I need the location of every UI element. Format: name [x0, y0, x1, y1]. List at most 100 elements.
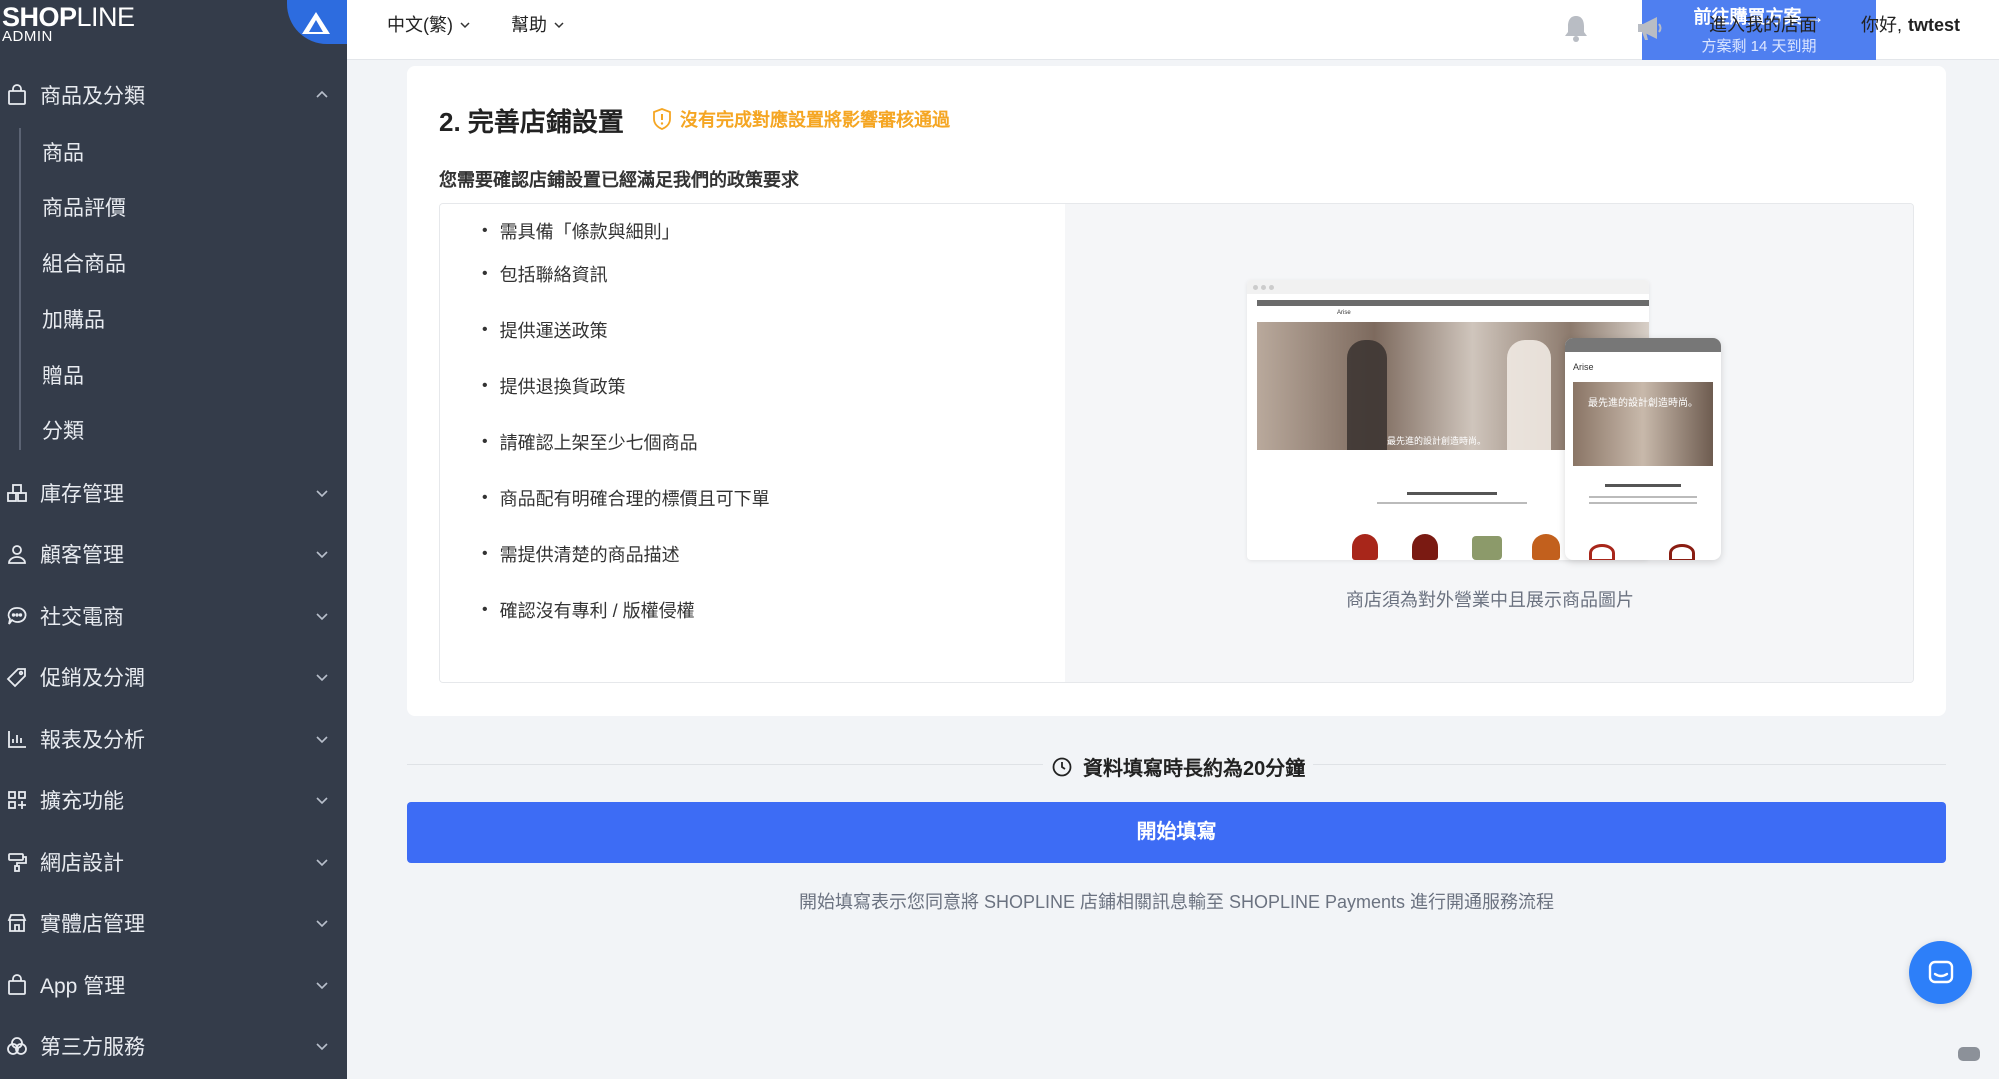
- warning-text: 沒有完成對應設置將影響審核通過: [680, 110, 950, 130]
- sidebar-group-third-party[interactable]: 第三方服務: [0, 1021, 347, 1071]
- paint-roller-icon: [5, 850, 29, 874]
- list-item: 需提供清楚的商品描述: [482, 541, 680, 567]
- sidebar-item-addons[interactable]: 加購品: [42, 304, 105, 338]
- inventory-icon: [5, 481, 29, 505]
- tag-icon: [5, 665, 29, 689]
- sidebar-group-social[interactable]: 社交電商: [0, 591, 347, 641]
- sidebar-group-label: App 管理: [40, 975, 126, 998]
- clock-icon: [1052, 757, 1072, 776]
- chevron-down-icon: [316, 736, 328, 744]
- sidebar-group-label: 庫存管理: [40, 483, 124, 506]
- language-select[interactable]: 中文(繁): [387, 0, 471, 50]
- sidebar-group-label: 促銷及分潤: [40, 667, 145, 690]
- sidebar-group-label: 網店設計: [40, 852, 124, 875]
- sidebar-group-label: 顧客管理: [40, 544, 124, 567]
- chevron-down-icon: [316, 797, 328, 805]
- chevron-down-icon: [316, 551, 328, 559]
- sidebar-group-label: 擴充功能: [40, 790, 124, 813]
- mobile-store-preview: Arise 最先進的設計創造時尚。: [1565, 338, 1721, 560]
- store-icon: [5, 911, 29, 935]
- chevron-down-icon: [316, 920, 328, 928]
- help-menu[interactable]: 幫助: [511, 0, 565, 50]
- megaphone-icon[interactable]: [1633, 12, 1665, 44]
- sidebar-group-inventory[interactable]: 庫存管理: [0, 468, 347, 518]
- user-icon: [5, 542, 29, 566]
- visit-store-link[interactable]: 進入我的店面: [1709, 0, 1817, 50]
- sidebar-group-customers[interactable]: 顧客管理: [0, 529, 347, 579]
- sidebar-group-label: 社交電商: [40, 606, 124, 629]
- mock-brand: Arise: [1337, 310, 1351, 316]
- warning-notice: 沒有完成對應設置將影響審核通過: [652, 106, 950, 132]
- brand-mountain-icon: [302, 12, 330, 34]
- agreement-text: 開始填寫表示您同意將 SHOPLINE 店鋪相關訊息輸至 SHOPLINE Pa…: [798, 892, 1555, 912]
- sidebar-group-apps[interactable]: App 管理: [0, 960, 347, 1010]
- chevron-down-icon: [316, 1043, 328, 1051]
- list-item: 商品配有明確合理的標價且可下單: [482, 485, 770, 511]
- sidebar-item-gifts[interactable]: 贈品: [42, 360, 84, 394]
- duration-notice: 資料填寫時長約為20分鐘: [1043, 752, 1314, 781]
- logo-light: LINE: [76, 2, 136, 32]
- help-label: 幫助: [511, 15, 547, 35]
- sidebar-group-label: 報表及分析: [40, 729, 145, 752]
- sidebar-item-bundles[interactable]: 組合商品: [42, 248, 126, 282]
- live-chat-button[interactable]: [1909, 941, 1972, 1004]
- grid-plus-icon: [5, 788, 29, 812]
- example-preview: Arise 最先進的設計創造時尚。 Arise 最先進的設計創造時尚。 商店須為…: [1065, 204, 1913, 682]
- bag-icon: [5, 973, 29, 997]
- logo-sub: ADMIN: [2, 28, 53, 45]
- language-label: 中文(繁): [387, 15, 453, 35]
- chart-icon: [5, 727, 29, 751]
- bell-icon[interactable]: [1560, 12, 1592, 44]
- sidebar-item-reviews[interactable]: 商品評價: [42, 192, 126, 226]
- circles-icon: [5, 1034, 29, 1058]
- shield-warning-icon: [653, 108, 671, 130]
- sidebar-group-label: 商品及分類: [40, 85, 145, 108]
- sidebar-item-products[interactable]: 商品: [42, 137, 84, 171]
- sidebar-group-promotions[interactable]: 促銷及分潤: [0, 652, 347, 702]
- chevron-down-icon: [460, 22, 470, 29]
- mock-mobile-hero: 最先進的設計創造時尚。: [1588, 398, 1698, 409]
- sub-nav-line: [19, 128, 21, 450]
- sidebar: SHOPLINE ADMIN 商品及分類 商品 商品評價 組合商品 加購品 贈品…: [0, 0, 347, 1079]
- list-item: 提供退換貨政策: [482, 373, 626, 399]
- list-item: 需具備「條款與細則」: [482, 218, 680, 244]
- username: twtest: [1908, 15, 1961, 35]
- mock-brand: Arise: [1573, 362, 1594, 372]
- greeting-text: 你好,: [1861, 15, 1903, 35]
- chevron-down-icon: [316, 674, 328, 682]
- list-item: 提供運送政策: [482, 317, 608, 343]
- logo[interactable]: SHOPLINE ADMIN: [0, 0, 347, 60]
- duration-text: 資料填寫時長約為20分鐘: [1083, 758, 1306, 780]
- start-button[interactable]: 開始填寫: [407, 802, 1946, 863]
- sidebar-group-label: 第三方服務: [40, 1036, 145, 1059]
- chevron-down-icon: [316, 613, 328, 621]
- list-item: 包括聯絡資訊: [482, 261, 608, 287]
- sidebar-item-categories[interactable]: 分類: [42, 415, 84, 449]
- preview-caption: 商店須為對外營業中且展示商品圖片: [1346, 590, 1634, 610]
- chevron-up-icon: [316, 90, 328, 98]
- sidebar-group-label: 實體店管理: [40, 913, 145, 936]
- chevron-down-icon: [316, 982, 328, 990]
- list-item: 確認沒有專利 / 版權侵權: [482, 597, 695, 623]
- sidebar-group-extensions[interactable]: 擴充功能: [0, 775, 347, 825]
- sidebar-group-retail[interactable]: 實體店管理: [0, 898, 347, 948]
- chat-bubble-icon: [1928, 960, 1953, 983]
- chevron-down-icon: [316, 859, 328, 867]
- requirements-panel: 需具備「條款與細則」 包括聯絡資訊 提供運送政策 提供退換貨政策 請確認上架至少…: [439, 203, 1914, 683]
- store-setup-card: 2. 完善店鋪設置 沒有完成對應設置將影響審核通過 您需要確認店鋪設置已經滿足我…: [407, 66, 1946, 716]
- sidebar-group-products[interactable]: 商品及分類: [0, 70, 347, 120]
- sidebar-group-reports[interactable]: 報表及分析: [0, 714, 347, 764]
- mock-hero-text: 最先進的設計創造時尚。: [1387, 436, 1487, 446]
- section-description: 您需要確認店鋪設置已經滿足我們的政策要求: [439, 170, 799, 190]
- chevron-down-icon: [316, 490, 328, 498]
- collapse-sidebar-button[interactable]: [287, 0, 347, 44]
- requirements-list: 需具備「條款與細則」 包括聯絡資訊 提供運送政策 提供退換貨政策 請確認上架至少…: [440, 204, 1065, 682]
- section-title: 2. 完善店鋪設置: [439, 107, 624, 137]
- chat-icon: [5, 604, 29, 628]
- list-item: 請確認上架至少七個商品: [482, 429, 698, 455]
- scroll-indicator: [1958, 1047, 1980, 1061]
- user-menu[interactable]: 你好, twtest: [1861, 0, 1960, 50]
- chevron-down-icon: [554, 22, 564, 29]
- sidebar-group-design[interactable]: 網店設計: [0, 837, 347, 887]
- topbar: 中文(繁) 幫助 前往購買方案 → 方案剩 14 天到期 進入我的店面 你好, …: [347, 0, 1999, 60]
